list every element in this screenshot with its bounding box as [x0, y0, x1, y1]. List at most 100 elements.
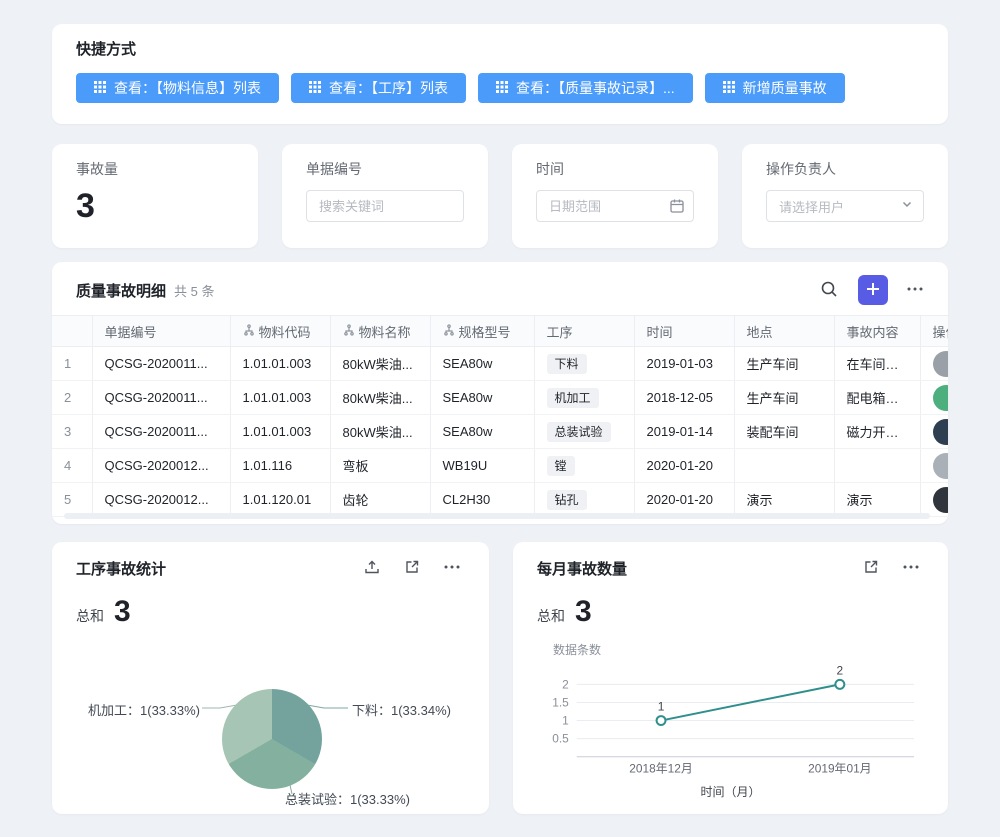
cell-index: 2 — [52, 381, 92, 415]
cell-place: 生产车间 — [734, 347, 834, 381]
cell-material-code: 1.01.116 — [230, 449, 330, 483]
col-index — [52, 316, 92, 347]
shortcut-buttons: 查看：【物料信息】列表 查看：【工序】列表 查看：【质量事故记录】... 新增质… — [76, 73, 924, 103]
view-process-list-button[interactable]: 查看：【工序】列表 — [291, 73, 466, 103]
cell-time: 2018-12-05 — [634, 381, 734, 415]
export-button[interactable] — [359, 555, 385, 581]
button-label: 查看：【工序】列表 — [329, 78, 448, 98]
cell-operator — [920, 347, 948, 381]
col-material-name: 物料名称 — [330, 316, 430, 347]
button-label: 新增质量事故 — [743, 78, 827, 98]
shortcuts-card: 快捷方式 查看：【物料信息】列表 查看：【工序】列表 查看：【质量事故记录】..… — [52, 24, 948, 124]
total-label: 总和 — [537, 606, 565, 626]
cell-place — [734, 449, 834, 483]
operator-filter-card: 操作负责人 请选择用户 — [742, 144, 948, 248]
cell-time: 2019-01-03 — [634, 347, 734, 381]
cell-material-code: 1.01.01.003 — [230, 381, 330, 415]
add-accident-button[interactable]: 新增质量事故 — [705, 73, 845, 103]
view-accident-records-button[interactable]: 查看：【质量事故记录】... — [478, 73, 693, 103]
total-value: 3 — [575, 595, 592, 629]
cell-index: 5 — [52, 483, 92, 517]
pie-label-machining: 机加工：1(33.33%) — [76, 700, 200, 719]
avatar — [933, 453, 949, 479]
date-range-input[interactable] — [536, 190, 694, 222]
col-place: 地点 — [734, 316, 834, 347]
horizontal-scrollbar[interactable] — [64, 513, 930, 519]
cell-place: 演示 — [734, 483, 834, 517]
open-in-new-icon — [404, 559, 420, 578]
search-icon — [820, 280, 838, 301]
cell-material-code: 1.01.01.003 — [230, 415, 330, 449]
doc-no-search-input[interactable] — [306, 190, 464, 222]
grid-icon — [496, 80, 508, 96]
cell-spec: SEA80w — [430, 381, 534, 415]
col-process: 工序 — [534, 316, 634, 347]
ellipsis-icon — [443, 558, 461, 579]
filter-label: 时间 — [536, 160, 694, 178]
svg-text:1: 1 — [658, 700, 665, 714]
avatar — [933, 419, 949, 445]
cell-spec: SEA80w — [430, 415, 534, 449]
svg-text:1.5: 1.5 — [552, 695, 569, 709]
relation-icon — [343, 324, 355, 339]
cell-doc-no: QCSG-2020012... — [92, 449, 230, 483]
open-in-new-button[interactable] — [399, 555, 425, 581]
table-row[interactable]: 3 QCSG-2020011... 1.01.01.003 80kW柴油... … — [52, 415, 948, 449]
cell-index: 3 — [52, 415, 92, 449]
cell-process: 镗 — [534, 449, 634, 483]
cell-material-name: 弯板 — [330, 449, 430, 483]
cell-spec: SEA80w — [430, 347, 534, 381]
y-axis-label: 数据条数 — [553, 641, 924, 657]
svg-text:2018年12月: 2018年12月 — [629, 762, 692, 776]
accident-detail-card: 质量事故明细 共 5 条 单据编号 物料代码 物料名称 规格型号 工序 时间 地… — [52, 262, 948, 524]
grid-icon — [309, 80, 321, 96]
grid-icon — [723, 80, 735, 96]
user-select[interactable]: 请选择用户 — [766, 190, 924, 222]
stat-label: 事故量 — [76, 160, 234, 178]
chevron-down-icon — [901, 197, 913, 215]
cell-time: 2020-01-20 — [634, 483, 734, 517]
add-record-button[interactable] — [858, 275, 888, 305]
relation-icon — [243, 324, 255, 339]
cell-material-code: 1.01.120.01 — [230, 483, 330, 517]
chart-title: 每月事故数量 — [537, 558, 844, 579]
select-placeholder: 请选择用户 — [779, 197, 844, 216]
process-tag: 下料 — [547, 354, 587, 374]
accident-count-card: 事故量 3 — [52, 144, 258, 248]
col-material-code: 物料代码 — [230, 316, 330, 347]
table-header-row: 单据编号 物料代码 物料名称 规格型号 工序 时间 地点 事故内容 操作负责人 — [52, 316, 948, 347]
accident-table: 单据编号 物料代码 物料名称 规格型号 工序 时间 地点 事故内容 操作负责人 … — [52, 315, 948, 517]
button-label: 查看：【质量事故记录】... — [516, 78, 675, 98]
cell-doc-no: QCSG-2020011... — [92, 415, 230, 449]
avatar — [933, 351, 949, 377]
table-row[interactable]: 4 QCSG-2020012... 1.01.116 弯板 WB19U 镗 20… — [52, 449, 948, 483]
search-button[interactable] — [816, 277, 842, 303]
filter-label: 单据编号 — [306, 160, 464, 178]
shortcuts-title: 快捷方式 — [76, 39, 924, 61]
process-pie — [222, 689, 322, 789]
col-time: 时间 — [634, 316, 734, 347]
cell-spec: WB19U — [430, 449, 534, 483]
cell-doc-no: QCSG-2020011... — [92, 347, 230, 381]
cell-process: 钻孔 — [534, 483, 634, 517]
pie-label-assembly-test: 总装试验：1(33.33%) — [285, 789, 410, 808]
process-tag: 机加工 — [547, 388, 599, 408]
svg-text:2: 2 — [562, 677, 569, 691]
cell-material-name: 80kW柴油... — [330, 415, 430, 449]
cell-operator — [920, 449, 948, 483]
col-content: 事故内容 — [834, 316, 920, 347]
open-in-new-button[interactable] — [858, 555, 884, 581]
table-row[interactable]: 2 QCSG-2020011... 1.01.01.003 80kW柴油... … — [52, 381, 948, 415]
total-label: 总和 — [76, 606, 104, 626]
cell-doc-no: QCSG-2020012... — [92, 483, 230, 517]
table-row[interactable]: 1 QCSG-2020011... 1.01.01.003 80kW柴油... … — [52, 347, 948, 381]
svg-text:2019年01月: 2019年01月 — [808, 762, 871, 776]
more-button[interactable] — [898, 555, 924, 581]
view-material-list-button[interactable]: 查看：【物料信息】列表 — [76, 73, 279, 103]
cell-content: 在车间清洗... — [834, 347, 920, 381]
table-row[interactable]: 5 QCSG-2020012... 1.01.120.01 齿轮 CL2H30 … — [52, 483, 948, 517]
more-button[interactable] — [902, 277, 928, 303]
more-button[interactable] — [439, 555, 465, 581]
grid-icon — [94, 80, 106, 96]
cell-material-name: 齿轮 — [330, 483, 430, 517]
